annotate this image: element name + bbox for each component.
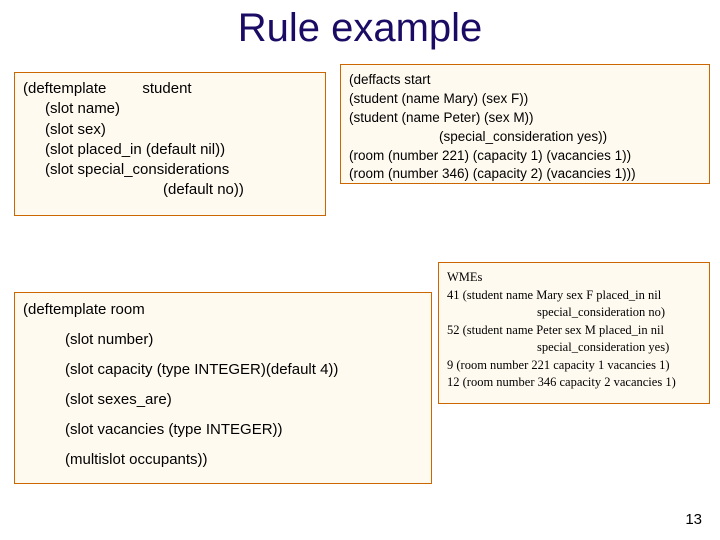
code-line: (multislot occupants)) <box>23 445 423 475</box>
kw-deftemplate: (deftemplate <box>23 301 106 318</box>
code-line: (slot number) <box>23 325 423 355</box>
code-line: (slot sexes_are) <box>23 385 423 415</box>
code-line: (room (number 346) (capacity 2) (vacanci… <box>349 165 701 184</box>
code-line: (slot placed_in (default nil)) <box>23 140 317 160</box>
deftemplate-room-box: (deftemplate room (slot number) (slot ca… <box>14 292 432 484</box>
kw-deftemplate: (deftemplate <box>23 80 106 97</box>
deffacts-box: (deffacts start (student (name Mary) (se… <box>340 64 710 184</box>
wme-line: special_consideration no) <box>447 304 701 322</box>
wmes-box: WMEs 41 (student name Mary sex F placed_… <box>438 262 710 404</box>
code-line: (slot vacancies (type INTEGER)) <box>23 415 423 445</box>
wme-line: 12 (room number 346 capacity 2 vacancies… <box>447 374 701 392</box>
tpl-name: student <box>142 80 191 97</box>
wmes-heading: WMEs <box>447 269 701 287</box>
code-line: (deftemplate student <box>23 79 317 99</box>
code-line: (special_consideration yes)) <box>349 128 701 147</box>
code-line: (slot capacity (type INTEGER)(default 4)… <box>23 355 423 385</box>
code-line: (student (name Mary) (sex F)) <box>349 90 701 109</box>
code-line: (slot special_considerations <box>23 160 317 180</box>
code-line: (slot name) <box>23 99 317 119</box>
page-number: 13 <box>685 511 702 528</box>
wme-line: 41 (student name Mary sex F placed_in ni… <box>447 287 701 305</box>
wme-line: special_consideration yes) <box>447 339 701 357</box>
wme-line: 9 (room number 221 capacity 1 vacancies … <box>447 357 701 375</box>
code-line: (student (name Peter) (sex M)) <box>349 109 701 128</box>
code-line: (deffacts start <box>349 71 701 90</box>
slide: Rule example (deftemplate student (slot n… <box>0 0 720 540</box>
code-line: (deftemplate room <box>23 295 423 325</box>
slide-title: Rule example <box>0 6 720 51</box>
deftemplate-student-box: (deftemplate student (slot name) (slot se… <box>14 72 326 216</box>
tpl-name: room <box>111 301 145 318</box>
wme-line: 52 (student name Peter sex M placed_in n… <box>447 322 701 340</box>
code-line: (slot sex) <box>23 120 317 140</box>
code-line: (default no)) <box>23 180 317 200</box>
code-line: (room (number 221) (capacity 1) (vacanci… <box>349 147 701 166</box>
